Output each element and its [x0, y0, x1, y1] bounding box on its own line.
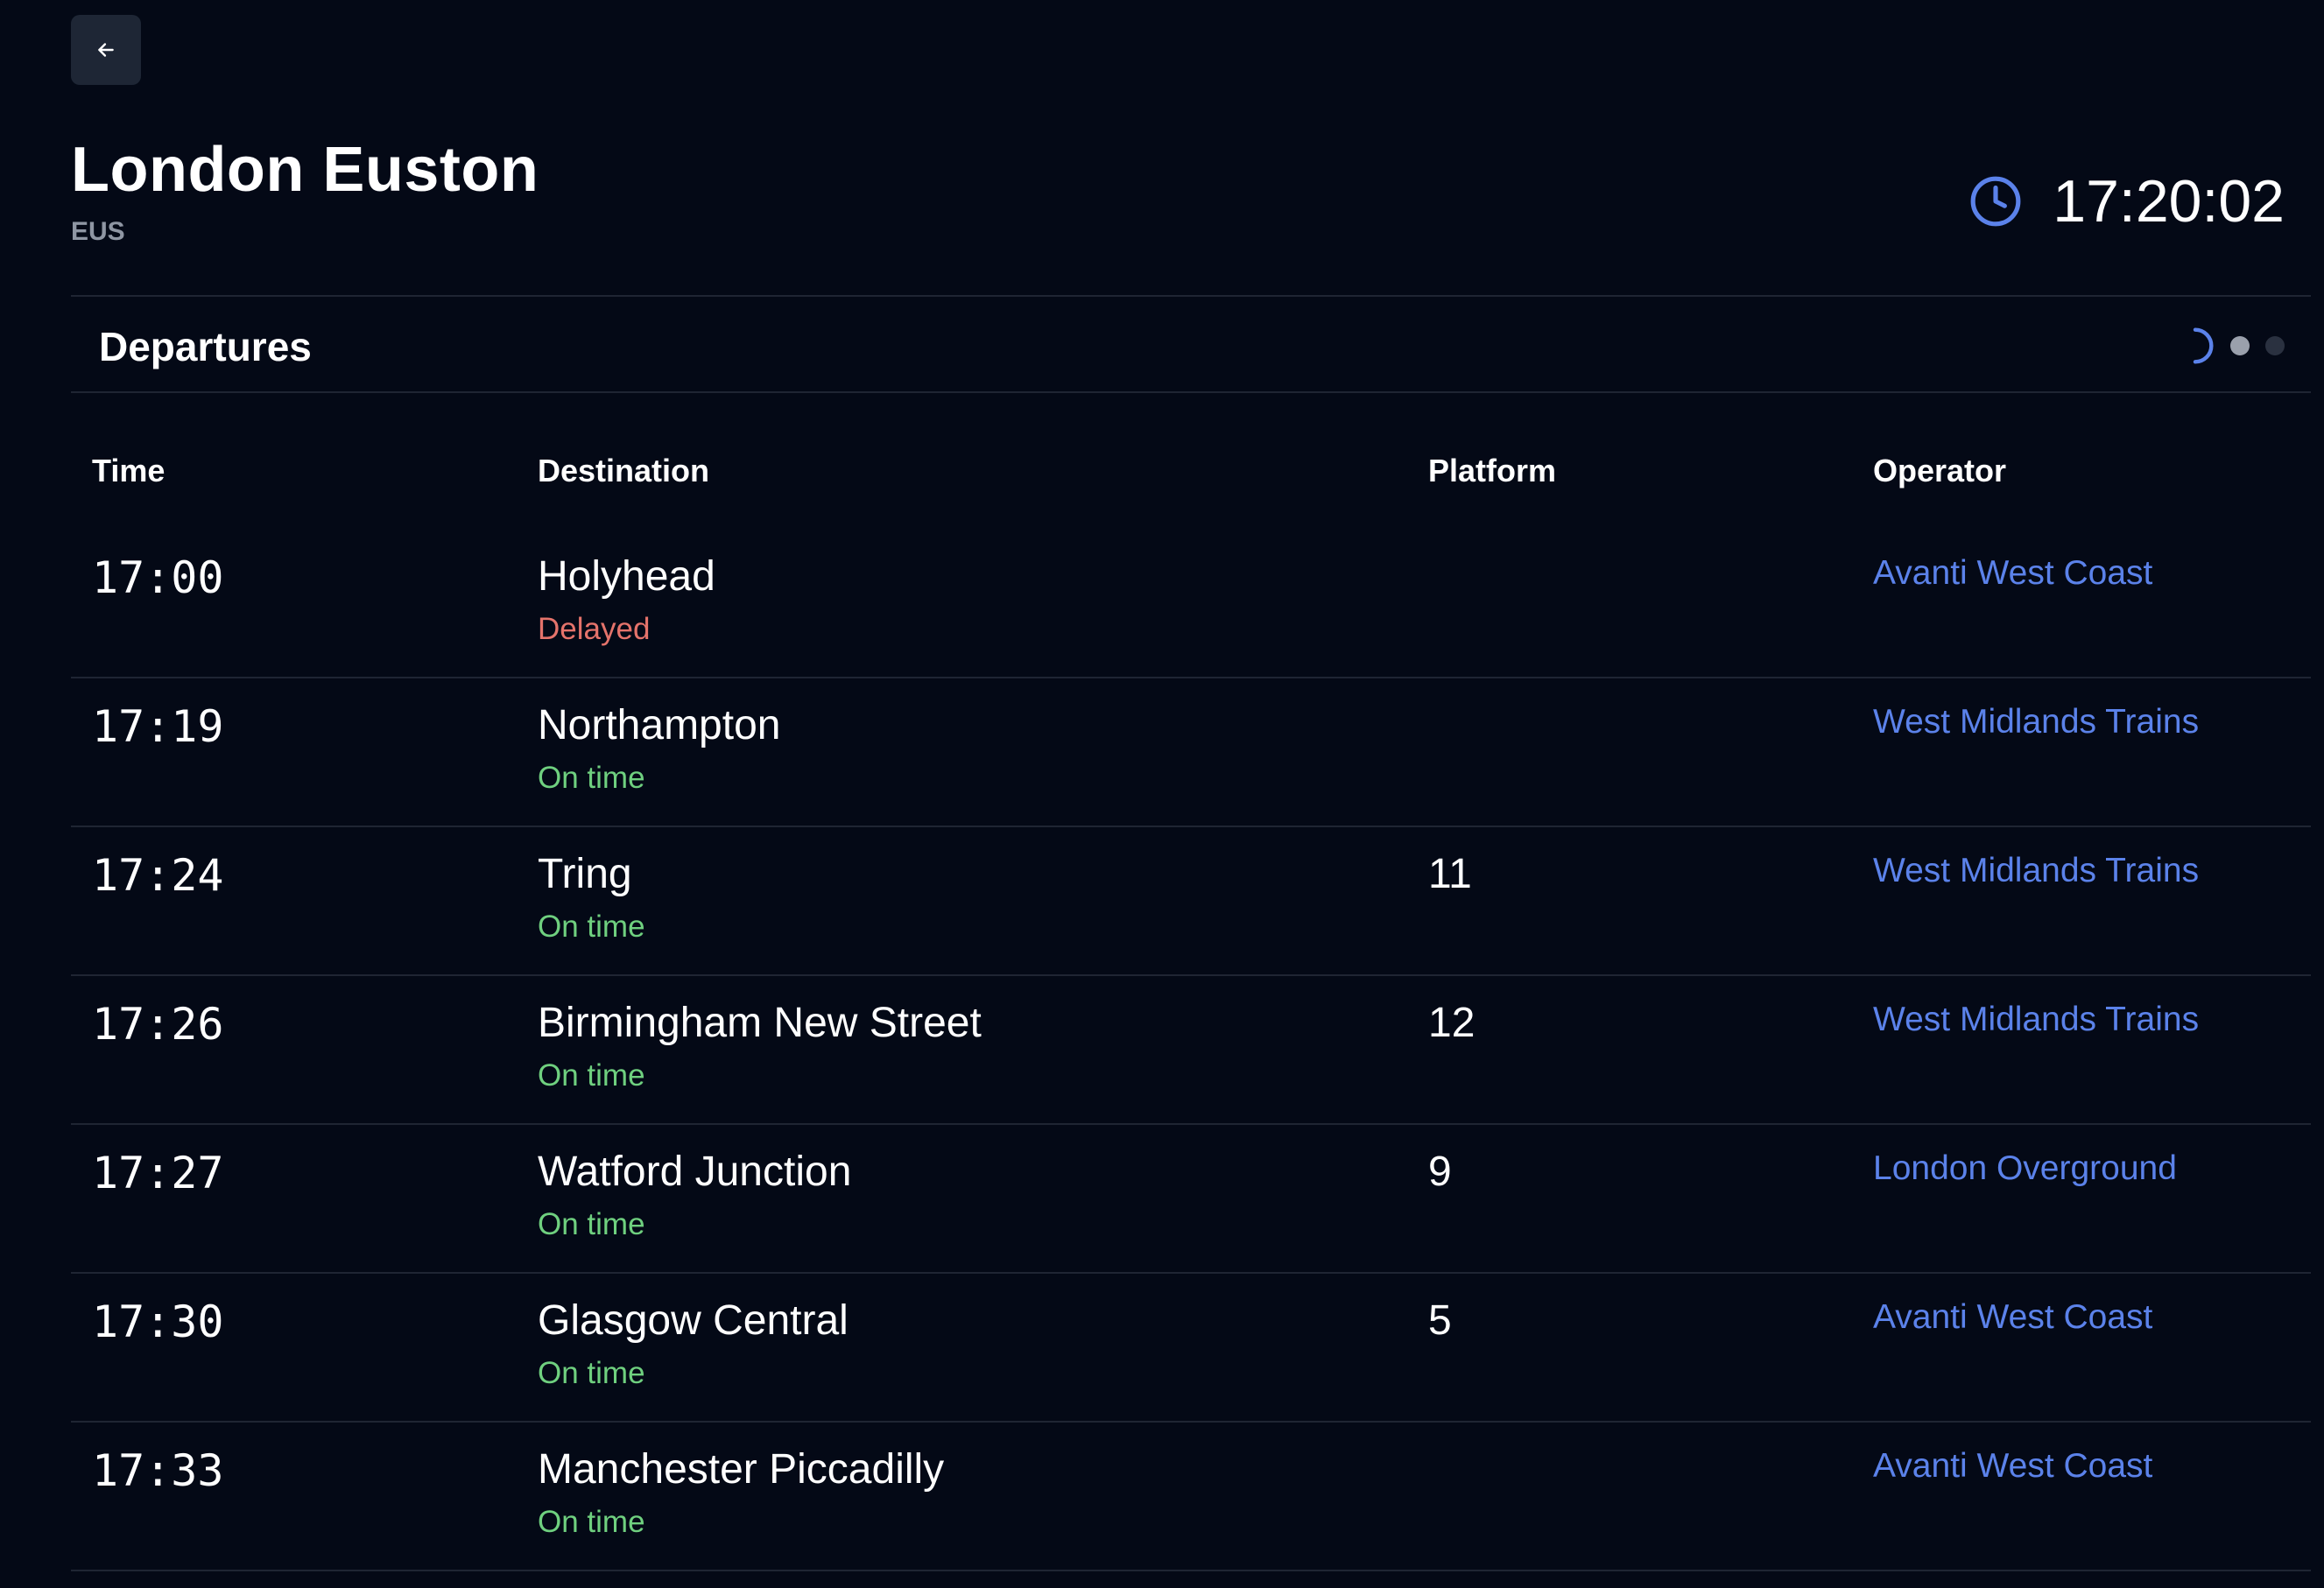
- page-dot-inactive[interactable]: [2265, 336, 2285, 355]
- table-row[interactable]: 17:19 Northampton On time West Midlands …: [71, 678, 2311, 827]
- table-row[interactable]: 17:24 Tring On time 11 West Midlands Tra…: [71, 827, 2311, 976]
- departure-time: 17:24: [92, 850, 224, 901]
- status-on-time: On time: [538, 1058, 645, 1093]
- station-name: London Euston: [71, 135, 539, 205]
- station-code: EUS: [71, 217, 125, 246]
- operator-link[interactable]: Avanti West Coast: [1873, 1298, 2152, 1337]
- column-header-destination: Destination: [538, 453, 710, 488]
- table-row[interactable]: 17:26 Birmingham New Street On time 12 W…: [71, 976, 2311, 1125]
- destination: Tring: [538, 851, 632, 897]
- platform: 5: [1428, 1297, 1452, 1344]
- current-time-display: 17:20:02: [1968, 172, 2285, 231]
- destination: Northampton: [538, 702, 781, 748]
- operator-link[interactable]: West Midlands Trains: [1873, 852, 2199, 890]
- destination: Watford Junction: [538, 1149, 852, 1195]
- operator-link[interactable]: Avanti West Coast: [1873, 1447, 2152, 1486]
- status-on-time: On time: [538, 910, 645, 944]
- arrow-left-icon: [98, 43, 114, 57]
- departure-time: 17:30: [92, 1296, 224, 1347]
- current-time: 17:20:02: [2053, 168, 2285, 235]
- platform: 12: [1428, 1000, 1475, 1046]
- departure-time: 17:26: [92, 999, 224, 1050]
- destination: Glasgow Central: [538, 1297, 849, 1344]
- departures-board: London Euston EUS 17:20:02 Departures Ti…: [0, 0, 2324, 1588]
- platform: 9: [1428, 1149, 1452, 1195]
- status-on-time: On time: [538, 1356, 645, 1390]
- clock-icon: [1970, 176, 2021, 227]
- operator-link[interactable]: West Midlands Trains: [1873, 703, 2199, 741]
- section-title: Departures: [99, 324, 312, 369]
- column-header-operator: Operator: [1873, 453, 2007, 488]
- departure-time: 17:27: [92, 1148, 224, 1198]
- loading-spinner-icon: [2193, 327, 2214, 364]
- page-dot-active[interactable]: [2230, 336, 2250, 355]
- table-row[interactable]: 17:00 Holyhead Delayed Avanti West Coast: [71, 530, 2311, 678]
- table-row[interactable]: 17:30 Glasgow Central On time 5 Avanti W…: [71, 1274, 2311, 1423]
- destination: Birmingham New Street: [538, 1000, 982, 1046]
- platform: 11: [1428, 851, 1472, 897]
- status-delayed: Delayed: [538, 612, 651, 646]
- back-button[interactable]: [71, 15, 141, 85]
- operator-link[interactable]: West Midlands Trains: [1873, 1001, 2199, 1039]
- departure-time: 17:00: [92, 552, 224, 603]
- column-header-time: Time: [92, 453, 165, 488]
- table-row[interactable]: 17:33 Manchester Piccadilly On time Avan…: [71, 1423, 2311, 1571]
- destination: Holyhead: [538, 553, 715, 600]
- operator-link[interactable]: Avanti West Coast: [1873, 554, 2152, 593]
- table-row[interactable]: 17:27 Watford Junction On time 9 London …: [71, 1125, 2311, 1274]
- departures-section-header: Departures: [71, 295, 2311, 393]
- destination: Manchester Piccadilly: [538, 1446, 945, 1493]
- operator-link[interactable]: London Overground: [1873, 1149, 2177, 1188]
- page-indicators: [2176, 327, 2285, 365]
- status-on-time: On time: [538, 1505, 645, 1539]
- status-on-time: On time: [538, 761, 645, 795]
- departure-time: 17:33: [92, 1445, 224, 1496]
- status-on-time: On time: [538, 1207, 645, 1241]
- column-header-platform: Platform: [1428, 453, 1557, 488]
- departure-time: 17:19: [92, 701, 224, 752]
- departures-table: 17:00 Holyhead Delayed Avanti West Coast…: [71, 530, 2311, 1571]
